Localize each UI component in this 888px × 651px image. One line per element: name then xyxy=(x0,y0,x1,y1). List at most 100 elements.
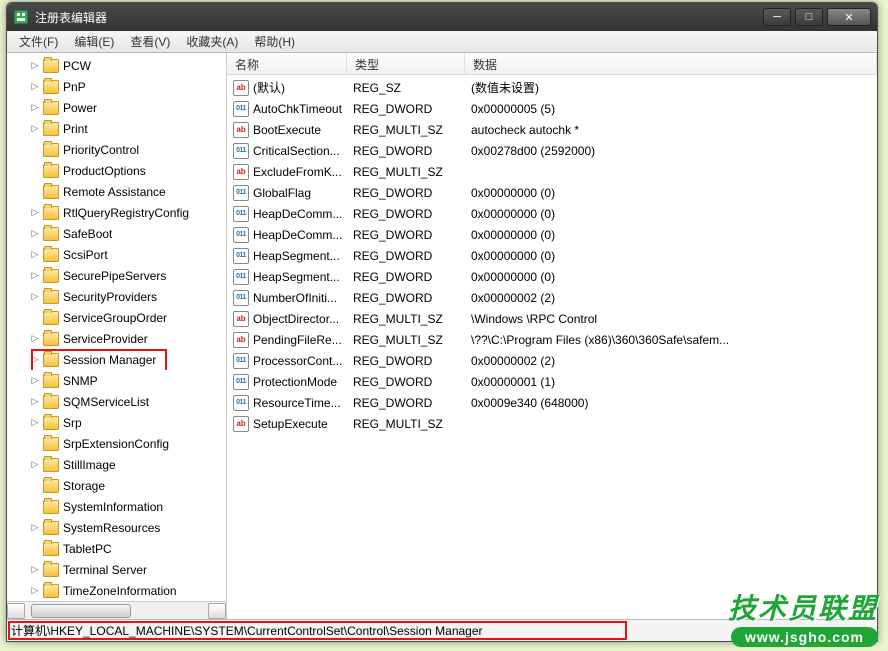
expand-icon[interactable]: ▷ xyxy=(29,417,41,429)
tree-item-label: SrpExtensionConfig xyxy=(63,437,169,451)
tree-item[interactable]: ▷Print xyxy=(7,118,226,139)
titlebar[interactable]: 注册表编辑器 ─ □ ✕ xyxy=(7,3,877,31)
expand-icon[interactable]: ▷ xyxy=(29,459,41,471)
folder-icon xyxy=(43,59,59,73)
tree-item-label: PCW xyxy=(63,59,91,73)
expand-icon[interactable]: ▷ xyxy=(29,102,41,114)
tree-item[interactable]: ▷SecurityProviders xyxy=(7,286,226,307)
list-row[interactable]: ProcessorCont...REG_DWORD0x00000002 (2) xyxy=(227,350,877,371)
status-path: 计算机\HKEY_LOCAL_MACHINE\SYSTEM\CurrentCon… xyxy=(11,622,873,639)
list-row[interactable]: NumberOfIniti...REG_DWORD0x00000002 (2) xyxy=(227,287,877,308)
expand-icon[interactable]: ▷ xyxy=(29,291,41,303)
expand-icon[interactable]: ▷ xyxy=(29,585,41,597)
tree-item[interactable]: ▷RtlQueryRegistryConfig xyxy=(7,202,226,223)
tree-item[interactable]: ▷SQMServiceList xyxy=(7,391,226,412)
expand-icon[interactable]: ▷ xyxy=(29,564,41,576)
menu-view[interactable]: 查看(V) xyxy=(122,31,178,52)
col-header-data[interactable]: 数据 xyxy=(465,53,877,74)
value-data: 0x0009e340 (648000) xyxy=(471,396,877,410)
list-row[interactable]: PendingFileRe...REG_MULTI_SZ\??\C:\Progr… xyxy=(227,329,877,350)
expand-spacer xyxy=(29,186,41,198)
value-name: (默认) xyxy=(253,79,353,96)
expand-icon[interactable]: ▷ xyxy=(29,60,41,72)
tree-item[interactable]: ▷ Srp xyxy=(7,412,226,433)
tree-item[interactable]: ▷Session Manager xyxy=(7,349,226,370)
tree-item[interactable]: ▷ PCW xyxy=(7,55,226,76)
value-data: 0x00000000 (0) xyxy=(471,186,877,200)
list-row[interactable]: AutoChkTimeoutREG_DWORD0x00000005 (5) xyxy=(227,98,877,119)
menu-help[interactable]: 帮助(H) xyxy=(246,31,303,52)
list-row[interactable]: ProtectionModeREG_DWORD0x00000001 (1) xyxy=(227,371,877,392)
tree-item-label: TabletPC xyxy=(63,542,112,556)
expand-icon[interactable]: ▷ xyxy=(29,123,41,135)
expand-icon[interactable]: ▷ xyxy=(29,81,41,93)
treeview[interactable]: ▷ PCW ▷PnP▷Power▷PrintPriorityControlProdu… xyxy=(7,53,226,601)
expand-icon[interactable]: ▷ xyxy=(29,270,41,282)
scroll-thumb[interactable] xyxy=(31,604,131,618)
tree-item[interactable]: ▷SafeBoot xyxy=(7,223,226,244)
tree-item-label: Terminal Server xyxy=(63,563,147,577)
tree-item[interactable]: ▷ServiceProvider xyxy=(7,328,226,349)
tree-item-label: Srp xyxy=(63,416,82,430)
list-row[interactable]: ExcludeFromK...REG_MULTI_SZ xyxy=(227,161,877,182)
tree-item[interactable]: TabletPC xyxy=(7,538,226,559)
list-row[interactable]: ResourceTime...REG_DWORD0x0009e340 (6480… xyxy=(227,392,877,413)
maximize-button[interactable]: □ xyxy=(795,8,823,26)
list-body[interactable]: (默认)REG_SZ(数值未设置)AutoChkTimeoutREG_DWORD… xyxy=(227,75,877,619)
menu-file[interactable]: 文件(F) xyxy=(11,31,66,52)
list-row[interactable]: HeapSegment...REG_DWORD0x00000000 (0) xyxy=(227,266,877,287)
tree-item[interactable]: ▷SecurePipeServers xyxy=(7,265,226,286)
expand-icon[interactable]: ▷ xyxy=(29,522,41,534)
tree-item-label: ScsiPort xyxy=(63,248,108,262)
menu-favorites[interactable]: 收藏夹(A) xyxy=(178,31,246,52)
expand-icon[interactable]: ▷ xyxy=(29,354,41,366)
expand-icon[interactable]: ▷ xyxy=(29,249,41,261)
tree-item[interactable]: ProductOptions xyxy=(7,160,226,181)
tree-item[interactable]: SystemInformation xyxy=(7,496,226,517)
tree-item[interactable]: Storage xyxy=(7,475,226,496)
list-row[interactable]: HeapDeComm...REG_DWORD0x00000000 (0) xyxy=(227,224,877,245)
tree-item[interactable]: ▷SNMP xyxy=(7,370,226,391)
dword-value-icon xyxy=(233,248,249,264)
folder-icon xyxy=(43,164,59,178)
tree-item[interactable]: PriorityControl xyxy=(7,139,226,160)
tree-item-label: TimeZoneInformation xyxy=(63,584,177,598)
tree-item[interactable]: ServiceGroupOrder xyxy=(7,307,226,328)
client-area: ▷ PCW ▷PnP▷Power▷PrintPriorityControlProdu… xyxy=(7,53,877,619)
minimize-button[interactable]: ─ xyxy=(763,8,791,26)
menu-edit[interactable]: 编辑(E) xyxy=(66,31,122,52)
folder-icon xyxy=(43,80,59,94)
list-row[interactable]: BootExecuteREG_MULTI_SZautocheck autochk… xyxy=(227,119,877,140)
tree-item[interactable]: ▷SystemResources xyxy=(7,517,226,538)
expand-spacer xyxy=(29,501,41,513)
close-button[interactable]: ✕ xyxy=(827,8,871,26)
expand-icon[interactable]: ▷ xyxy=(29,375,41,387)
expand-icon[interactable]: ▷ xyxy=(29,207,41,219)
scroll-left-button[interactable] xyxy=(7,603,25,619)
scroll-right-button[interactable] xyxy=(208,603,226,619)
expand-spacer xyxy=(29,312,41,324)
list-row[interactable]: HeapSegment...REG_DWORD0x00000000 (0) xyxy=(227,245,877,266)
tree-item[interactable]: ▷ Terminal Server xyxy=(7,559,226,580)
scroll-track[interactable] xyxy=(25,603,208,619)
tree-item[interactable]: ▷Power xyxy=(7,97,226,118)
tree-hscrollbar[interactable] xyxy=(7,601,226,619)
list-row[interactable]: (默认)REG_SZ(数值未设置) xyxy=(227,77,877,98)
tree-item[interactable]: ▷StillImage xyxy=(7,454,226,475)
tree-item[interactable]: ▷ ScsiPort xyxy=(7,244,226,265)
expand-spacer xyxy=(29,438,41,450)
tree-item[interactable]: ▷PnP xyxy=(7,76,226,97)
list-row[interactable]: CriticalSection...REG_DWORD0x00278d00 (2… xyxy=(227,140,877,161)
expand-icon[interactable]: ▷ xyxy=(29,333,41,345)
list-row[interactable]: ObjectDirector...REG_MULTI_SZ\Windows \R… xyxy=(227,308,877,329)
tree-item[interactable]: ▷ TimeZoneInformation xyxy=(7,580,226,601)
expand-icon[interactable]: ▷ xyxy=(29,228,41,240)
col-header-name[interactable]: 名称 xyxy=(227,53,347,74)
list-row[interactable]: SetupExecuteREG_MULTI_SZ xyxy=(227,413,877,434)
expand-icon[interactable]: ▷ xyxy=(29,396,41,408)
tree-item[interactable]: Remote Assistance xyxy=(7,181,226,202)
tree-item[interactable]: SrpExtensionConfig xyxy=(7,433,226,454)
list-row[interactable]: GlobalFlagREG_DWORD0x00000000 (0) xyxy=(227,182,877,203)
list-row[interactable]: HeapDeComm...REG_DWORD0x00000000 (0) xyxy=(227,203,877,224)
col-header-type[interactable]: 类型 xyxy=(347,53,465,74)
